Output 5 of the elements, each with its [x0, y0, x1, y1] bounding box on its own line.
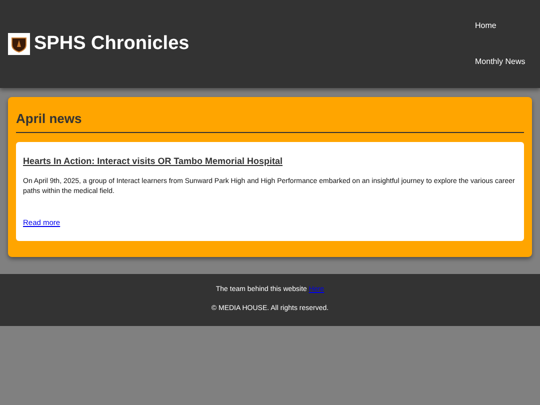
- site-title: SPHS Chronicles: [34, 32, 190, 56]
- nav-link[interactable]: Home: [475, 20, 532, 32]
- article-title: Hearts In Action: Interact visits OR Tambo Memorial Hospital: [23, 156, 284, 166]
- nav-link[interactable]: Monthly News: [475, 56, 532, 68]
- section-heading: April news: [16, 111, 524, 133]
